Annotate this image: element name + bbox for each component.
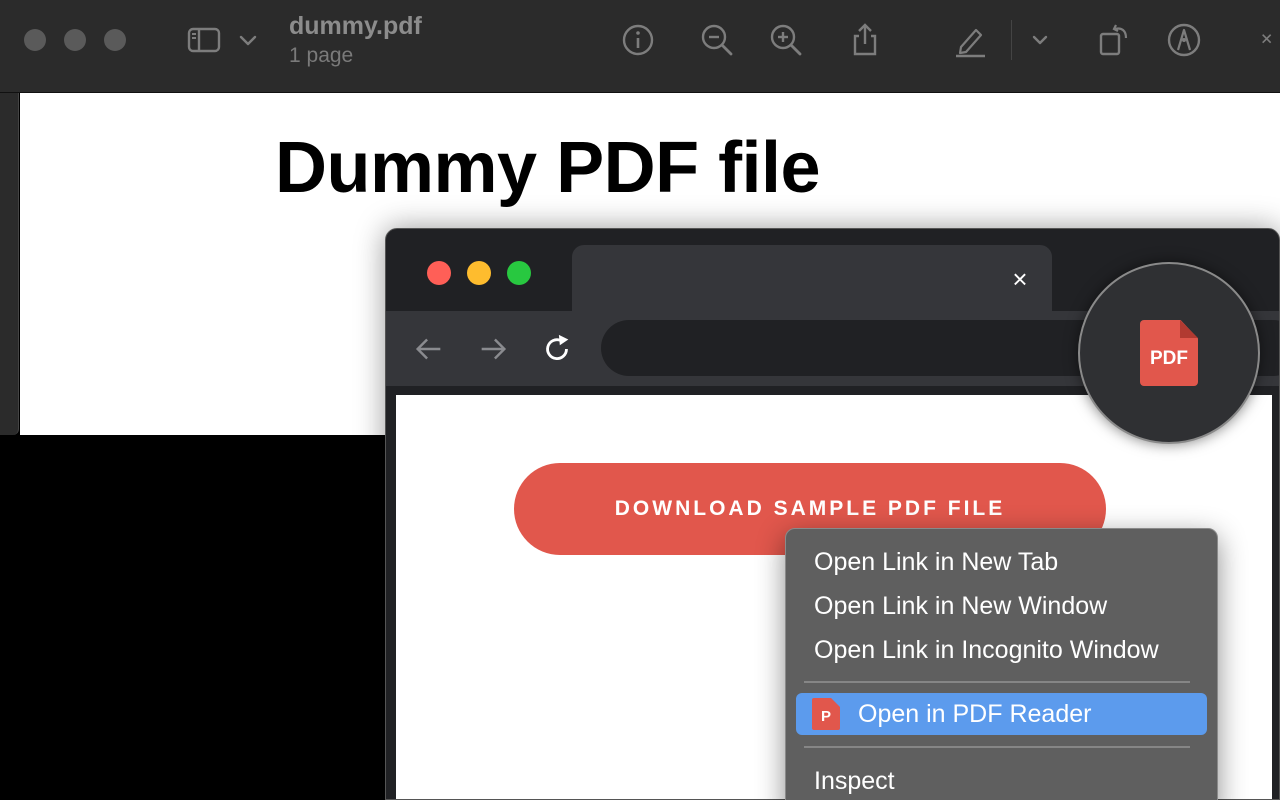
highlight-chevron-down-icon[interactable]: [1022, 20, 1058, 60]
context-menu: Open Link in New Tab Open Link in New Wi…: [785, 528, 1218, 800]
menu-item-inspect[interactable]: Inspect: [796, 760, 1207, 800]
pdf-file-icon: PDF: [1140, 320, 1198, 386]
minimize-window-button[interactable]: [64, 29, 86, 51]
page-count: 1 page: [289, 44, 354, 67]
browser-maximize-button[interactable]: [507, 261, 531, 285]
reload-icon[interactable]: [539, 331, 575, 367]
menu-separator: [804, 746, 1190, 748]
info-icon[interactable]: [618, 20, 658, 60]
zoom-window-button[interactable]: [104, 29, 126, 51]
document-title: dummy.pdf: [289, 12, 422, 40]
menu-item-label: Open in PDF Reader: [858, 699, 1092, 728]
forward-arrow-icon[interactable]: [475, 331, 511, 367]
browser-tab[interactable]: ×: [572, 245, 1052, 313]
menu-item-open-new-tab[interactable]: Open Link in New Tab: [796, 541, 1207, 583]
sidebar-toggle-icon[interactable]: [184, 20, 224, 60]
tab-close-icon[interactable]: ×: [1006, 265, 1034, 293]
highlight-pen-icon[interactable]: [950, 20, 990, 60]
zoom-out-icon[interactable]: [697, 20, 737, 60]
toolbar-divider: [1011, 20, 1012, 60]
back-arrow-icon[interactable]: [411, 331, 447, 367]
preview-sidebar: [0, 93, 19, 435]
rotate-icon[interactable]: [1093, 20, 1133, 60]
browser-minimize-button[interactable]: [467, 261, 491, 285]
menu-item-open-pdf-reader[interactable]: P Open in PDF Reader: [796, 693, 1207, 735]
browser-close-button[interactable]: [427, 261, 451, 285]
more-chevron-icon[interactable]: [1256, 20, 1280, 60]
sidebar-chevron-down-icon[interactable]: [230, 20, 266, 60]
close-window-button[interactable]: [24, 29, 46, 51]
menu-separator: [804, 681, 1190, 683]
menu-item-open-incognito[interactable]: Open Link in Incognito Window: [796, 629, 1207, 671]
zoom-in-icon[interactable]: [766, 20, 806, 60]
pdf-badge-label: PDF: [1150, 348, 1188, 369]
pdf-heading: Dummy PDF file: [275, 128, 821, 208]
pdf-extension-badge[interactable]: PDF: [1078, 262, 1260, 444]
share-icon[interactable]: [845, 20, 885, 60]
menu-item-open-new-window[interactable]: Open Link in New Window: [796, 585, 1207, 627]
markup-icon[interactable]: [1164, 20, 1204, 60]
pdf-reader-icon: P: [812, 698, 840, 730]
preview-toolbar: dummy.pdf 1 page: [0, 0, 1280, 93]
